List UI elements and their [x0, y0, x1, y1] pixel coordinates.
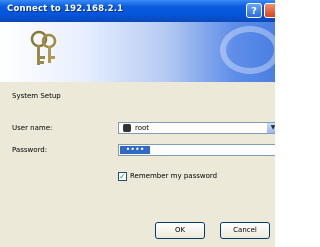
close-button[interactable] — [264, 3, 275, 18]
remember-checkbox[interactable]: ✓ — [118, 172, 127, 181]
ok-button[interactable]: OK — [155, 222, 205, 239]
user-icon — [123, 124, 131, 132]
window-title: Connect to 192.168.2.1 — [7, 4, 124, 14]
password-mask: •••• — [120, 146, 150, 154]
title-bar[interactable]: Connect to 192.168.2.1 ? — [0, 0, 275, 22]
username-field[interactable]: root ▼ — [118, 122, 275, 134]
section-label: System Setup — [12, 92, 61, 100]
banner-decoration — [220, 26, 275, 74]
cancel-button[interactable]: Cancel — [220, 222, 270, 239]
dialog-banner — [0, 22, 275, 82]
username-value: root — [135, 124, 150, 132]
help-button[interactable]: ? — [246, 3, 262, 18]
chevron-down-icon[interactable]: ▼ — [267, 123, 275, 133]
connect-dialog: Connect to 192.168.2.1 ? System Setup Us… — [0, 0, 275, 247]
password-field[interactable]: •••• — [118, 144, 275, 156]
username-label: User name: — [12, 124, 53, 132]
remember-label[interactable]: Remember my password — [130, 172, 217, 180]
password-label: Password: — [12, 146, 48, 154]
keys-icon — [30, 30, 57, 65]
